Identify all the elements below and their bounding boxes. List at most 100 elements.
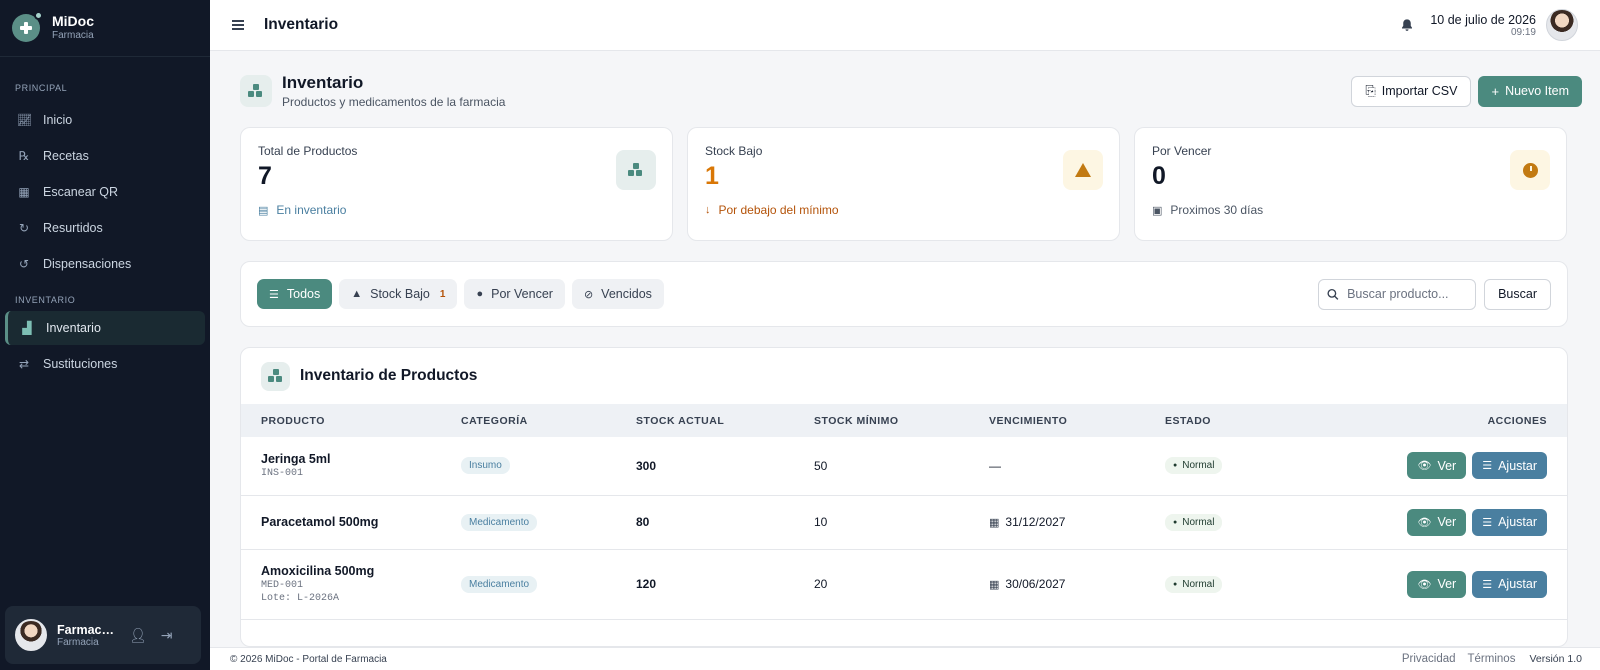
warehouse-icon: ▤ [258,204,269,217]
menu-toggle-icon[interactable] [232,20,244,30]
page-title: Inventario [282,73,364,92]
search-input[interactable] [1347,287,1468,301]
import-csv-button[interactable]: ⎘ Importar CSV [1351,75,1472,107]
calendar-icon: ▦ [989,579,1000,591]
filter-chip-por-vencer[interactable]: ● Por Vencer [464,279,565,309]
ban-icon: ⊘ [583,288,594,301]
sidebar-item-label: Inventario [46,321,101,335]
count-badge: 1 [439,288,446,300]
stat-value: 7 [258,162,272,190]
midoc-logo-icon [12,11,43,42]
clock-icon [1510,150,1550,190]
user-settings-icon[interactable]: 👤︎ [129,627,147,644]
sidebar-item-resurtidos[interactable]: ↻ Resurtidos [5,211,205,245]
stock-minimo: 50 [814,437,989,496]
refresh-icon: ↻ [18,221,30,235]
brand[interactable]: MiDoc Farmacia [0,0,210,57]
view-button[interactable]: 👁︎ Ver [1407,570,1467,598]
bell-icon[interactable] [1400,18,1414,32]
category-badge: Insumo [461,457,510,475]
sidebar-item-label: Escanear QR [43,185,119,199]
product-name: Amoxicilina 500mg [261,564,375,578]
stat-label: Stock Bajo [705,144,763,158]
category-badge: Medicamento [461,575,538,593]
adjust-button[interactable]: ☰ Ajustar [1472,508,1547,536]
product-name: Jeringa 5ml [261,452,331,467]
table-row: Amoxicilina 500mg MED-001 Lote: L-2026A … [241,549,1567,620]
avatar[interactable] [15,619,47,651]
expiry-date: — [989,437,1165,496]
sidebar-item-recetas[interactable]: ℞ Recetas [5,139,205,173]
import-csv-label: Importar CSV [1381,84,1458,98]
calendar-icon: ▦ [989,517,1000,529]
search-icon [1327,288,1339,300]
adjust-label: Ajustar [1498,577,1537,591]
sidebar-item-escanear-qr[interactable]: ▦ Escanear QR [5,175,205,209]
chip-label: Stock Bajo [370,287,430,301]
boxes-icon [616,150,656,190]
column-header[interactable]: PRODUCTO [241,404,461,437]
product-name: Paracetamol 500mg [261,515,379,529]
topbar: Inventario 10 de julio de 2026 09:19 [210,0,1600,51]
sidebar-item-inventario[interactable]: ▟ Inventario [5,311,205,345]
sidebar-item-label: Sustituciones [43,357,118,371]
search-button[interactable]: Buscar [1484,278,1551,310]
stat-value: 0 [1152,162,1166,190]
warning-icon: ▲ [351,288,363,300]
sidebar-item-inicio[interactable]: 📈︎ Inicio [5,103,205,137]
adjust-label: Ajustar [1498,515,1537,529]
stock-minimo: 10 [814,495,989,550]
filter-chip-stock-bajo[interactable]: ▲ Stock Bajo 1 [339,279,458,309]
view-button[interactable]: 👁︎ Ver [1407,508,1467,536]
plus-icon: + [1491,83,1500,99]
new-item-label: Nuevo Item [1505,84,1569,98]
product-code: MED-001 [261,580,304,591]
column-header[interactable]: STOCK ACTUAL [636,404,814,437]
stock-actual: 120 [636,549,814,620]
user-name: Farmacéutico [57,622,115,637]
file-import-icon: ⎘ [1365,83,1376,98]
column-header[interactable]: CATEGORÍA [461,404,636,437]
view-label: Ver [1437,515,1457,529]
privacy-link[interactable]: Privacidad [1402,653,1456,665]
table-row: Jeringa 5ml INS-001 Insumo 300 50 — Norm… [241,437,1567,496]
stat-value: 1 [705,162,719,190]
column-header[interactable]: VENCIMIENTO [989,404,1165,437]
stat-foot: En inventario [276,203,347,217]
product-lot: Lote: L-2026A [261,593,340,604]
adjust-button[interactable]: ☰ Ajustar [1472,452,1547,480]
eye-icon: 👁︎ [1417,516,1432,529]
logout-icon[interactable]: ⇥ [161,627,173,644]
date-display: 10 de julio de 2026 09:19 [1430,13,1536,38]
adjust-button[interactable]: ☰ Ajustar [1472,570,1547,598]
sidebar: MiDoc Farmacia PRINCIPAL 📈︎ Inicio ℞ Rec… [0,0,210,670]
filter-bar: ☰ Todos ▲ Stock Bajo 1 ● Por Vencer ⊘ Ve… [240,261,1568,327]
boxes-icon [261,361,290,391]
filter-chip-todos[interactable]: ☰ Todos [257,279,333,309]
filter-chip-vencidos[interactable]: ⊘ Vencidos [571,279,664,309]
boxes-icon: ▟ [22,321,32,335]
expiry-date: 31/12/2027 [1005,515,1066,529]
avatar[interactable] [1546,9,1578,41]
column-header[interactable]: STOCK MÍNIMO [814,404,989,437]
chip-label: Por Vencer [491,287,553,301]
sidebar-item-sustituciones[interactable]: ⇄ Sustituciones [5,347,205,381]
terms-link[interactable]: Términos [1468,653,1516,665]
arrow-down-icon: ↓ [705,204,711,216]
user-role: Farmacia [57,636,99,648]
footer-copyright: © 2026 MiDoc - Portal de Farmacia [230,653,387,665]
table-title: Inventario de Productos [300,367,478,384]
stat-foot: Por debajo del mínimo [718,203,839,217]
expiry-date: 30/06/2027 [1005,577,1066,591]
chip-label: Vencidos [601,287,652,301]
nav-section-inventario: INVENTARIO [15,295,76,305]
sidebar-item-dispensaciones[interactable]: ↺ Dispensaciones [5,247,205,281]
view-button[interactable]: 👁︎ Ver [1407,452,1467,480]
prescription-icon: ℞ [18,149,30,163]
sidebar-item-label: Resurtidos [43,221,103,235]
new-item-button[interactable]: + Nuevo Item [1478,75,1582,107]
eye-icon: 👁︎ [1417,578,1432,591]
main-content: Inventario Productos y medicamentos de l… [210,51,1600,647]
clock-icon: ● [476,288,484,300]
column-header[interactable]: ESTADO [1165,404,1325,437]
